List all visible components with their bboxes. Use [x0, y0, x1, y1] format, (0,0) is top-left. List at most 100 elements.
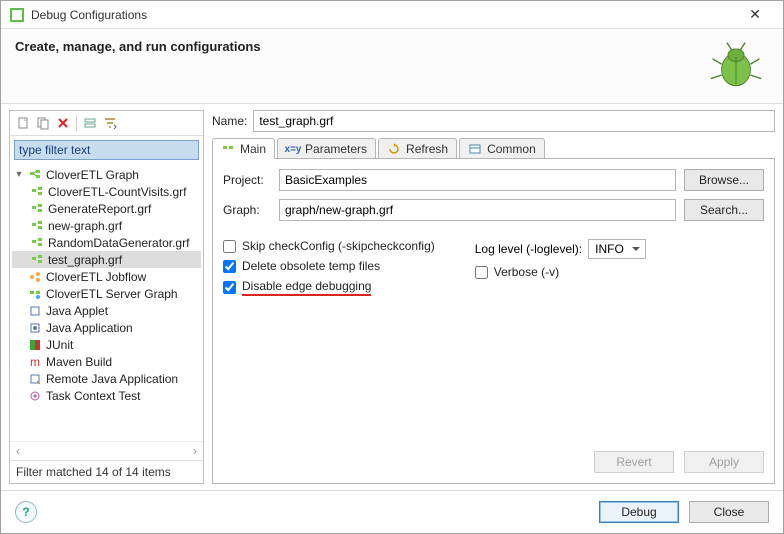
tree-group[interactable]: Java Application	[12, 319, 201, 336]
jobflow-icon	[28, 270, 42, 284]
graph-input[interactable]	[279, 199, 676, 221]
page-title: Create, manage, and run configurations	[15, 39, 261, 54]
graph-icon	[28, 168, 42, 182]
tree-group[interactable]: m Maven Build	[12, 353, 201, 370]
delete-config-icon[interactable]	[54, 114, 72, 132]
title-bar: Debug Configurations ✕	[1, 1, 783, 29]
duplicate-config-icon[interactable]	[34, 114, 52, 132]
tab-main[interactable]: Main	[212, 138, 275, 159]
name-label: Name:	[212, 114, 247, 128]
toolbar-separator	[76, 115, 77, 131]
tab-refresh[interactable]: Refresh	[378, 138, 457, 159]
tree-item-selected[interactable]: test_graph.grf	[12, 251, 201, 268]
revert-button[interactable]: Revert	[594, 451, 674, 473]
tree-item[interactable]: RandomDataGenerator.grf	[12, 234, 201, 251]
debug-button[interactable]: Debug	[599, 501, 679, 523]
graph-label: Graph:	[223, 203, 271, 217]
horizontal-scrollbar[interactable]: ‹›	[10, 441, 203, 460]
collapse-all-icon[interactable]	[81, 114, 99, 132]
apply-button[interactable]: Apply	[684, 451, 764, 473]
tab-label: Parameters	[305, 142, 367, 156]
delete-temp-checkbox[interactable]: Delete obsolete temp files	[223, 259, 435, 273]
java-applet-icon	[28, 304, 42, 318]
select-value: INFO	[595, 242, 624, 256]
config-tree[interactable]: ▾CloverETL Graph CloverETL-CountVisits.g…	[10, 164, 203, 441]
loglevel-label: Log level (-loglevel):	[475, 242, 582, 256]
tab-label: Refresh	[406, 142, 448, 156]
checkbox-label: Skip checkConfig (-skipcheckconfig)	[242, 239, 435, 253]
left-pane: type filter text ▾CloverETL Graph Clover…	[9, 110, 204, 484]
project-label: Project:	[223, 173, 271, 187]
project-row: Project: Browse...	[223, 169, 764, 191]
tree-label: Java Application	[46, 321, 133, 335]
tree-label: CloverETL Server Graph	[46, 287, 178, 301]
common-tab-icon	[468, 142, 482, 156]
name-input[interactable]	[253, 110, 775, 132]
dialog-footer: ? Debug Close	[1, 490, 783, 533]
tree-group-cloveretl-graph[interactable]: ▾CloverETL Graph	[12, 166, 201, 183]
search-button[interactable]: Search...	[684, 199, 764, 221]
junit-icon	[28, 338, 42, 352]
tab-common[interactable]: Common	[459, 138, 545, 159]
tree-label: Task Context Test	[46, 389, 141, 403]
tree-group[interactable]: Task Context Test	[12, 387, 201, 404]
header-area: Create, manage, and run configurations	[1, 29, 783, 104]
svg-text:m: m	[30, 356, 40, 368]
tree-item[interactable]: GenerateReport.grf	[12, 200, 201, 217]
remote-java-icon	[28, 372, 42, 386]
tab-label: Common	[487, 142, 536, 156]
loglevel-row: Log level (-loglevel): INFO	[475, 239, 646, 259]
help-icon[interactable]: ?	[15, 501, 37, 523]
browse-button[interactable]: Browse...	[684, 169, 764, 191]
graph-icon	[30, 185, 44, 199]
verbose-checkbox[interactable]: Verbose (-v)	[475, 265, 646, 279]
tree-label: Java Applet	[46, 304, 108, 318]
config-toolbar	[10, 111, 203, 136]
server-graph-icon	[28, 287, 42, 301]
tree-label: RandomDataGenerator.grf	[48, 236, 189, 250]
tab-label: Main	[240, 142, 266, 156]
window-close-button[interactable]: ✕	[735, 6, 775, 23]
disable-edge-debug-checkbox[interactable]: Disable edge debugging	[223, 279, 435, 296]
filter-status: Filter matched 14 of 14 items	[10, 460, 203, 483]
options-area: Skip checkConfig (-skipcheckconfig) Dele…	[223, 239, 764, 296]
tree-group[interactable]: CloverETL Server Graph	[12, 285, 201, 302]
project-input[interactable]	[279, 169, 676, 191]
tabs: Main x=yParameters Refresh Common	[212, 138, 775, 159]
tree-group[interactable]: CloverETL Jobflow	[12, 268, 201, 285]
main-content: type filter text ▾CloverETL Graph Clover…	[1, 104, 783, 490]
tree-group[interactable]: JUnit	[12, 336, 201, 353]
graph-icon	[30, 236, 44, 250]
filter-menu-icon[interactable]	[101, 114, 119, 132]
java-app-icon	[28, 321, 42, 335]
graph-icon	[30, 253, 44, 267]
close-button[interactable]: Close	[689, 501, 769, 523]
name-row: Name:	[212, 110, 775, 132]
app-icon	[9, 7, 25, 23]
tab-parameters[interactable]: x=yParameters	[277, 138, 376, 159]
tree-item[interactable]: new-graph.grf	[12, 217, 201, 234]
tree-item[interactable]: CloverETL-CountVisits.grf	[12, 183, 201, 200]
task-context-icon	[28, 389, 42, 403]
panel-footer: Revert Apply	[223, 441, 764, 473]
refresh-tab-icon	[387, 142, 401, 156]
loglevel-select[interactable]: INFO	[588, 239, 646, 259]
window-title: Debug Configurations	[31, 8, 735, 22]
main-panel: Project: Browse... Graph: Search... Skip…	[212, 158, 775, 484]
new-config-icon[interactable]	[14, 114, 32, 132]
graph-row: Graph: Search...	[223, 199, 764, 221]
filter-input[interactable]: type filter text	[14, 140, 199, 160]
tree-label: CloverETL Graph	[46, 168, 139, 182]
checkbox-label: Delete obsolete temp files	[242, 259, 380, 273]
tree-label: Maven Build	[46, 355, 112, 369]
tree-group[interactable]: Remote Java Application	[12, 370, 201, 387]
tree-label: Remote Java Application	[46, 372, 178, 386]
main-tab-icon	[221, 142, 235, 156]
tree-label: new-graph.grf	[48, 219, 122, 233]
tree-group[interactable]: Java Applet	[12, 302, 201, 319]
bug-icon	[709, 39, 763, 93]
graph-icon	[30, 202, 44, 216]
checkbox-label: Disable edge debugging	[242, 279, 371, 296]
checkbox-label: Verbose (-v)	[494, 265, 559, 279]
skip-check-checkbox[interactable]: Skip checkConfig (-skipcheckconfig)	[223, 239, 435, 253]
